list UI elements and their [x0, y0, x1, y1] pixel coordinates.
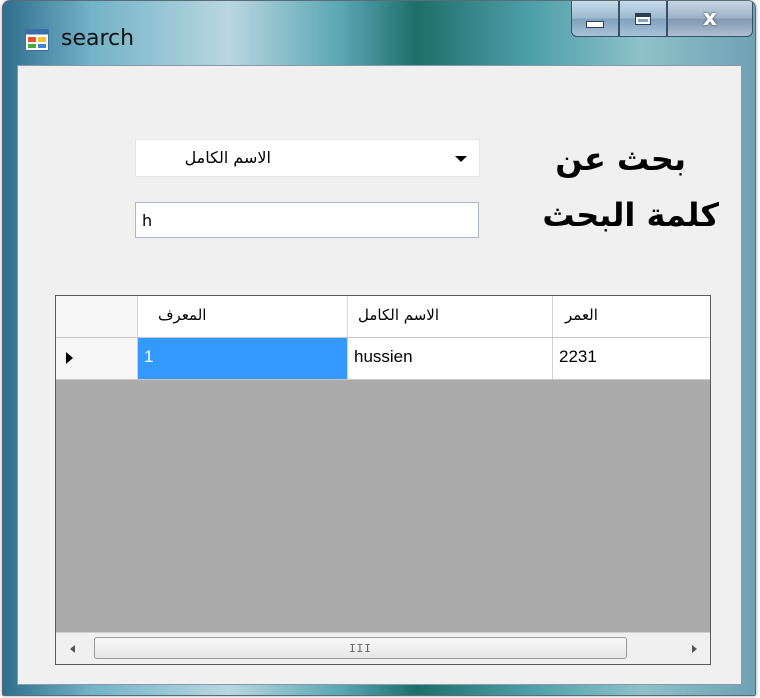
maximize-icon: [635, 12, 651, 25]
minimize-button[interactable]: [571, 1, 619, 37]
window-title: search: [61, 26, 135, 51]
grid-header-row: المعرف الاسم الكامل العمر: [56, 296, 710, 338]
scroll-right-arrow-icon: [691, 644, 697, 653]
scroll-right-button[interactable]: [678, 633, 710, 664]
scroll-thumb[interactable]: III: [94, 637, 627, 659]
column-header-age[interactable]: العمر: [553, 296, 710, 337]
grid-top-left-cell[interactable]: [56, 296, 138, 337]
table-row[interactable]: 1 hussien 2231: [56, 338, 710, 380]
search-keyword-input[interactable]: h: [135, 202, 479, 238]
results-data-grid[interactable]: المعرف الاسم الكامل العمر 1 hussien 2231: [55, 295, 711, 665]
scroll-left-arrow-icon: [69, 644, 75, 653]
close-button[interactable]: x: [667, 1, 753, 37]
search-field-selected-value: الاسم الكامل: [184, 148, 271, 167]
search-window: search x الاسم الكامل بحث عن h كلمة البح…: [2, 0, 756, 696]
row-header-cell[interactable]: [56, 338, 138, 379]
title-bar[interactable]: search x: [3, 1, 755, 65]
maximize-button[interactable]: [619, 1, 667, 37]
horizontal-scrollbar[interactable]: III: [56, 632, 710, 664]
current-row-pointer-icon: [66, 352, 73, 364]
dropdown-arrow-icon[interactable]: [455, 156, 467, 162]
close-icon: x: [702, 6, 718, 31]
column-header-full-name-label: الاسم الكامل: [358, 306, 440, 324]
form-window-icon: [25, 29, 49, 51]
search-keyword-label: كلمة البحث: [542, 196, 719, 234]
cell-full-name[interactable]: hussien: [348, 338, 553, 379]
column-header-id-label: المعرف: [158, 306, 207, 324]
search-field-dropdown[interactable]: الاسم الكامل: [135, 139, 480, 177]
caption-buttons: x: [571, 1, 753, 39]
scroll-left-button[interactable]: [56, 633, 88, 664]
scroll-grip-icon: III: [349, 641, 372, 655]
cell-id[interactable]: 1: [138, 338, 348, 379]
cell-age[interactable]: 2231: [553, 338, 710, 379]
column-header-id[interactable]: المعرف: [138, 296, 348, 337]
minimize-icon: [586, 21, 604, 28]
search-by-label: بحث عن: [555, 140, 686, 178]
column-header-full-name[interactable]: الاسم الكامل: [348, 296, 553, 337]
form-client-area: الاسم الكامل بحث عن h كلمة البحث المعرف …: [17, 65, 742, 685]
column-header-age-label: العمر: [565, 306, 598, 324]
